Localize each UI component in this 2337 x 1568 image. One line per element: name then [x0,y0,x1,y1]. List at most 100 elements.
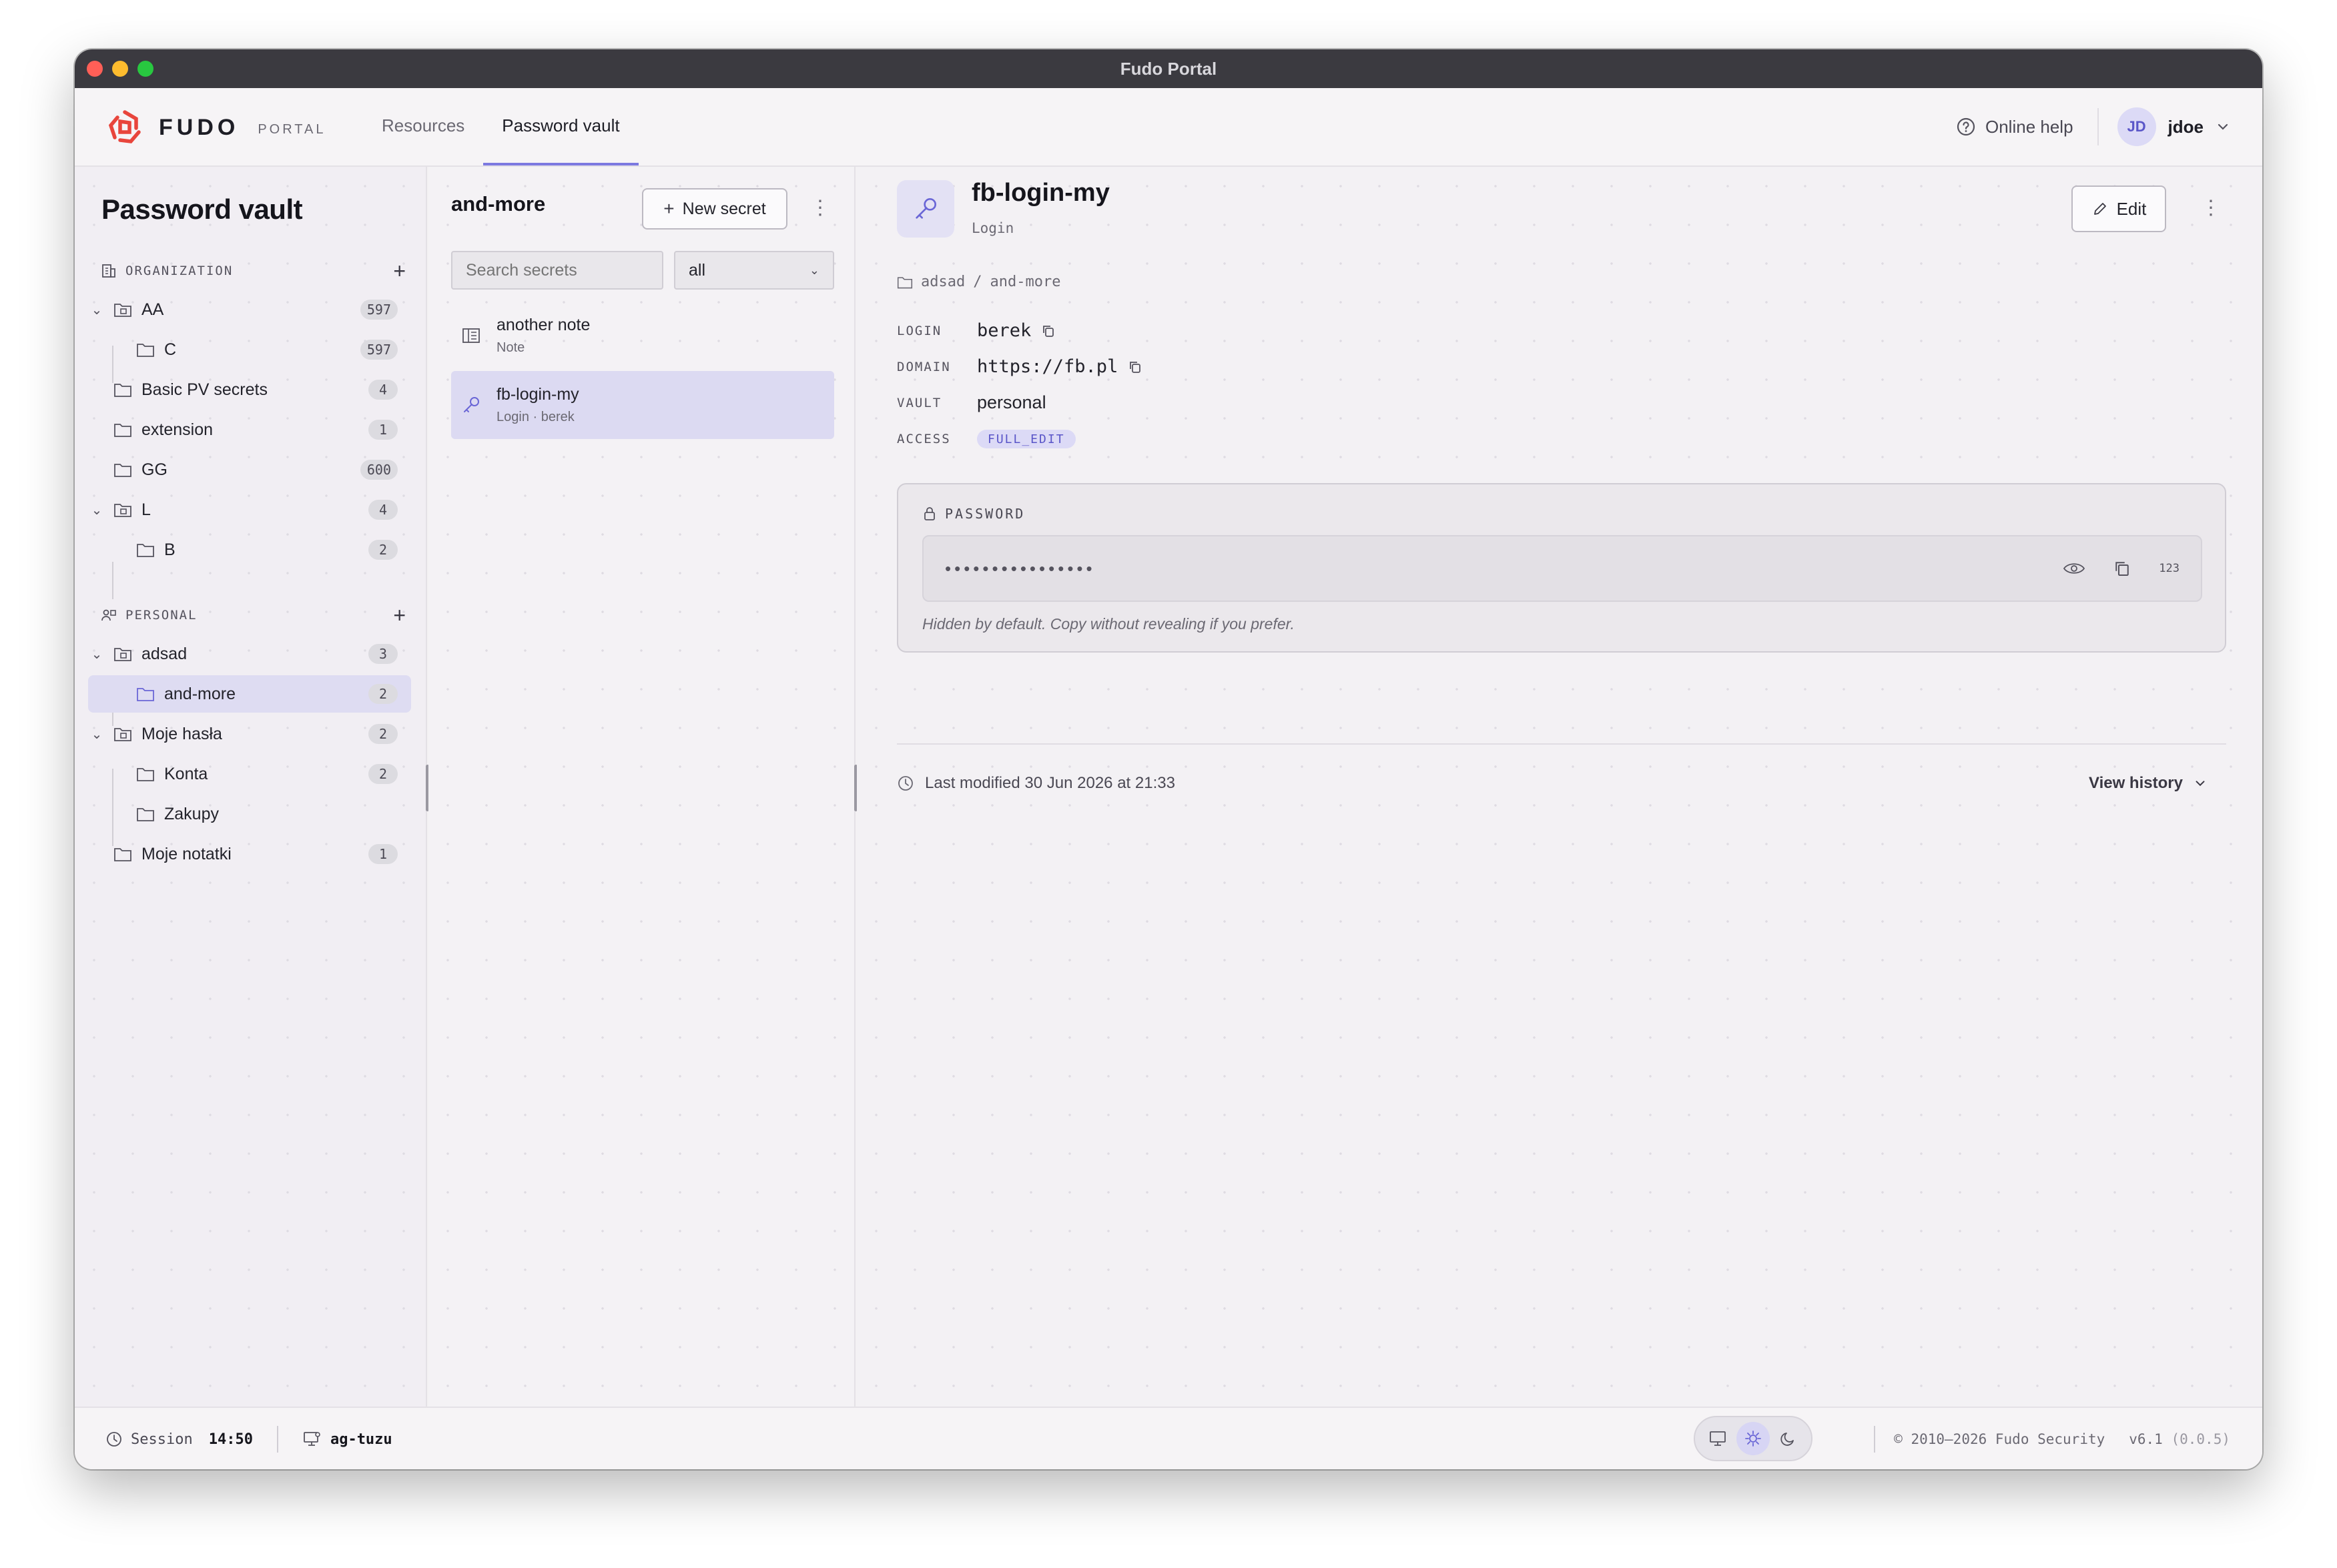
monitor-icon [1710,1431,1726,1446]
secret-type: Login [972,220,1014,236]
item-title: another note [496,316,591,334]
chevron-down-icon[interactable]: ⌄ [88,726,105,743]
filter-value: all [689,260,706,280]
brand-logo[interactable]: FUDO PORTAL [105,108,326,147]
copy-icon[interactable] [1127,359,1143,375]
session-time: 14:50 [208,1431,253,1448]
session-timer: Session 14:50 [105,1431,253,1448]
help-circle-icon [1957,117,1975,136]
folder-label: C [164,340,177,359]
shared-folder-icon [114,728,131,741]
clock-icon [898,776,913,791]
folder-l[interactable]: ⌄ L 4 [88,491,411,528]
sun-icon [1745,1431,1761,1447]
last-modified: Last modified 30 Jun 2026 at 21:33 [897,774,1175,793]
zoom-window-button[interactable] [137,61,153,77]
theme-light-button[interactable] [1736,1422,1770,1455]
online-help-link[interactable]: Online help [1956,108,2099,145]
new-secret-button[interactable]: + New secret [642,188,787,230]
item-subtitle: Login · berek [496,410,575,424]
key-icon [916,198,936,219]
edit-button[interactable]: Edit [2071,185,2166,232]
folder-icon [114,424,131,437]
theme-dark-button[interactable] [1772,1422,1805,1455]
brand-name: FUDO [159,114,240,140]
theme-system-button[interactable] [1701,1422,1734,1455]
plus-icon: + [663,198,675,219]
password-field[interactable]: •••••••••••••••• 123 [922,535,2202,602]
folder-gg[interactable]: GG 600 [88,451,411,488]
folder-moje-notatki[interactable]: Moje notatki 1 [88,835,411,873]
chevron-down-icon[interactable]: ⌄ [88,646,105,663]
minimize-window-button[interactable] [112,61,128,77]
build-number: (0.0.5) [2171,1431,2230,1447]
folder-icon [137,344,154,357]
pencil-icon [2093,203,2106,215]
folder-zakupy[interactable]: Zakupy [88,795,411,833]
more-options-icon[interactable]: ⋮ [2201,196,2221,220]
password-card: PASSWORD •••••••••••••••• 123 Hidden by … [897,483,2226,653]
eye-icon[interactable] [2063,560,2085,576]
folder-icon [137,768,154,781]
view-history-button[interactable]: View history [2089,774,2207,793]
tab-password-vault[interactable]: Password vault [483,88,639,165]
shared-folder-icon [114,504,131,517]
folder-label: L [141,500,151,519]
folder-icon [897,276,913,288]
shared-folder-icon [114,304,131,317]
secret-detail-panel: fb-login-my Login Edit ⋮ adsad / and-mor… [857,167,2262,1407]
top-navigation: FUDO PORTAL Resources Password vault Onl… [75,88,2262,167]
more-options-icon[interactable]: ⋮ [810,196,830,220]
folder-icon [114,848,131,861]
brand-subtitle: PORTAL [258,121,326,137]
lock-icon [924,507,935,520]
count-badge: 600 [360,460,398,480]
item-title: fb-login-my [496,385,579,404]
folder-and-more[interactable]: and-more 2 [88,675,411,713]
host-indicator: ag-tuzu [302,1431,392,1448]
host-name: ag-tuzu [330,1431,392,1448]
chevron-down-icon[interactable]: ⌄ [88,502,105,518]
building-icon [102,264,115,278]
folder-c[interactable]: C 597 [88,331,411,368]
user-menu[interactable]: JD jdoe [2099,107,2230,146]
access-label: ACCESS [897,432,951,446]
list-item[interactable]: fb-login-my Login · berek [451,371,834,439]
vault-value: personal [977,392,1046,412]
count-badge: 2 [368,684,398,704]
folder-label: GG [141,460,168,479]
folder-konta[interactable]: Konta 2 [88,755,411,793]
copy-icon[interactable] [1040,323,1056,339]
folder-b[interactable]: B 2 [88,531,411,568]
folder-moje-hasla[interactable]: ⌄ Moje hasła 2 [88,715,411,753]
folder-basic-pv-secrets[interactable]: Basic PV secrets 4 [88,371,411,408]
new-secret-label: New secret [682,199,766,218]
login-field: LOGIN berek [897,320,1056,341]
type-filter-select[interactable]: all ⌄ [674,251,834,290]
organization-section-header: ORGANIZATION + [100,258,407,284]
online-help-label: Online help [1985,116,2073,137]
add-personal-folder-button[interactable]: + [393,603,407,628]
folder-icon [137,808,154,821]
folder-extension[interactable]: extension 1 [88,411,411,448]
folder-label: Basic PV secrets [141,380,268,399]
tab-resources[interactable]: Resources [363,88,483,165]
divider [276,1426,278,1453]
folder-adsad[interactable]: ⌄ adsad 3 [88,635,411,673]
folder-aa[interactable]: ⌄ AA 597 [88,291,411,328]
add-organization-folder-button[interactable]: + [393,259,407,284]
breadcrumb-item[interactable]: and-more [990,274,1060,290]
item-subtitle: Note [496,340,525,355]
count-badge: 2 [368,764,398,784]
close-window-button[interactable] [87,61,103,77]
search-input[interactable] [451,251,663,290]
domain-value[interactable]: https://fb.pl [977,356,1118,377]
fudo-logo-icon [108,110,141,143]
breadcrumb-item[interactable]: adsad [921,274,965,290]
breadcrumb: adsad / and-more [897,274,1060,290]
numeric-view-toggle[interactable]: 123 [2159,562,2180,575]
login-value: berek [977,320,1032,341]
copy-icon[interactable] [2112,558,2132,578]
list-item[interactable]: another note Note [451,302,834,370]
chevron-down-icon[interactable]: ⌄ [88,302,105,318]
